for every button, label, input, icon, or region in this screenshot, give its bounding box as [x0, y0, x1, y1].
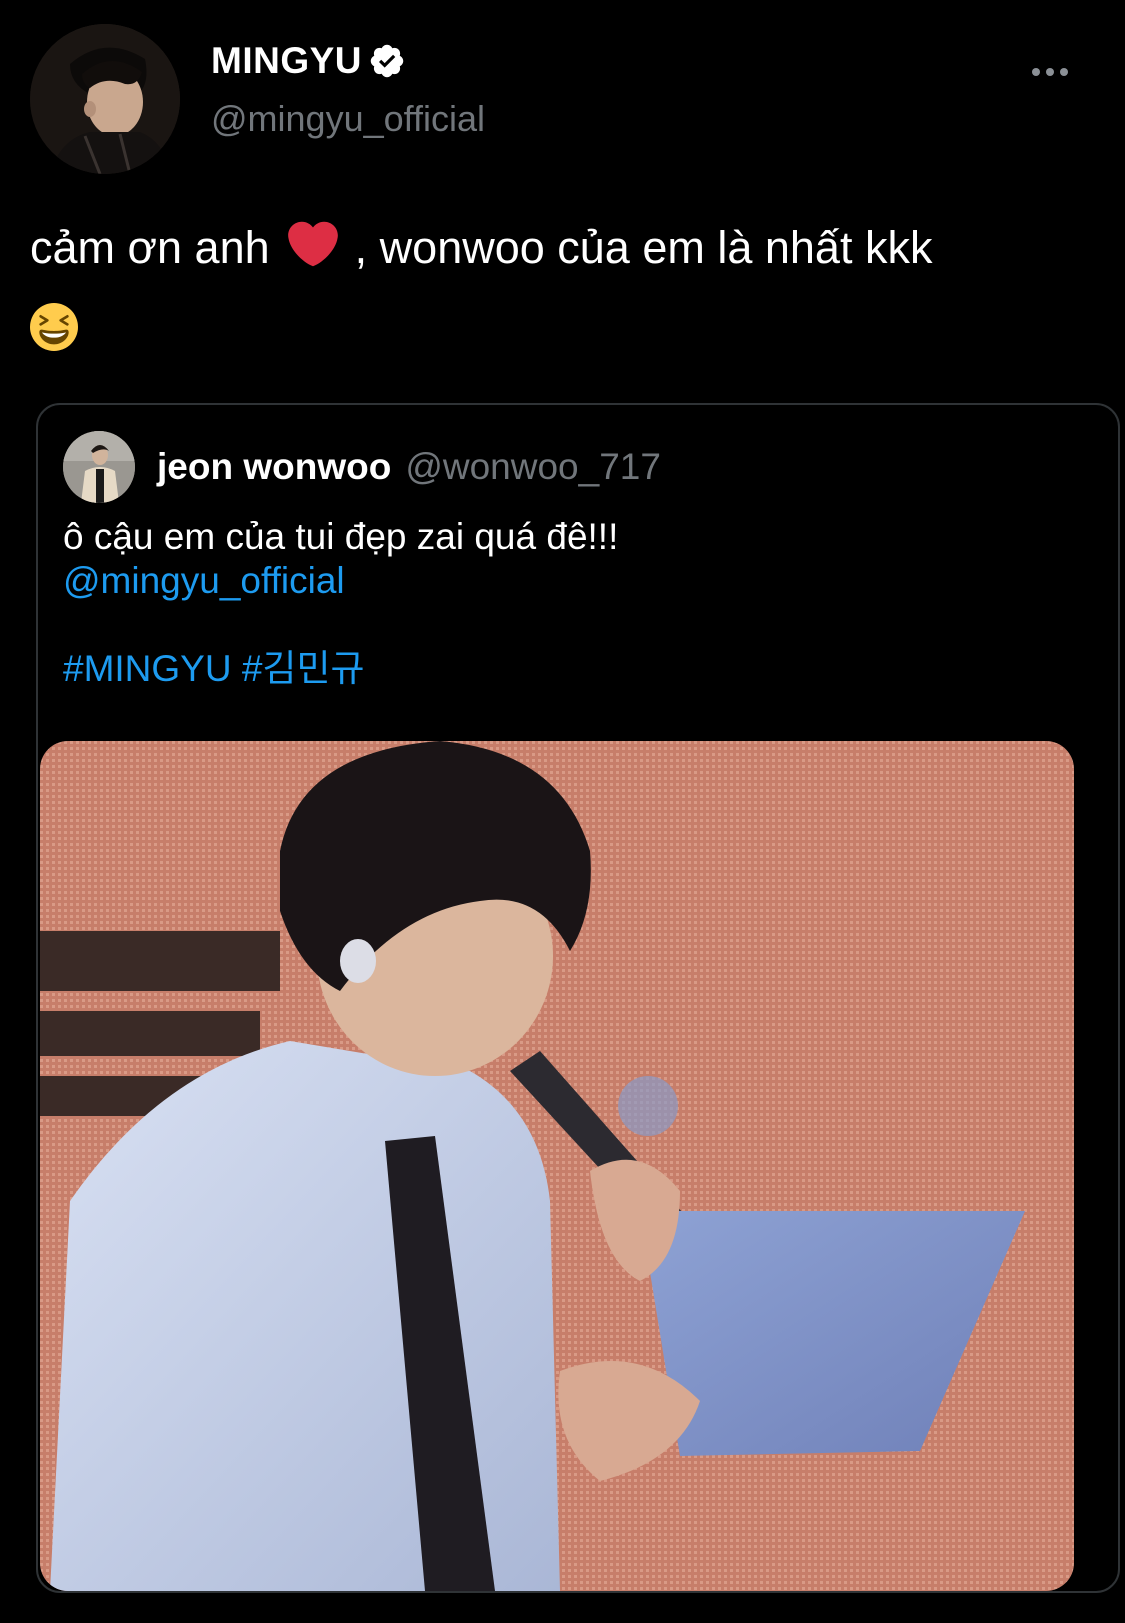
display-name-row: MINGYU: [211, 38, 485, 84]
hashtag-row: #MINGYU #김민규: [63, 647, 1083, 691]
grinning-squinting-face-icon: [30, 303, 78, 351]
author-handle[interactable]: @mingyu_official: [211, 98, 485, 140]
author-names: MINGYU @mingyu_official: [211, 38, 485, 140]
quoted-author-display-name[interactable]: jeon wonwoo: [157, 446, 391, 488]
quoted-tweet-text: ô cậu em của tui đẹp zai quá đê!!! @ming…: [63, 515, 1083, 691]
tweet-text: cảm ơn anh , wonwoo của em là nhất kkk: [30, 208, 1090, 368]
verified-badge-icon: [370, 44, 404, 78]
author-avatar[interactable]: [30, 24, 180, 174]
quoted-tweet-body: ô cậu em của tui đẹp zai quá đê!!!: [63, 516, 619, 557]
quoted-tweet[interactable]: jeon wonwoo @wonwoo_717 ô cậu em của tui…: [36, 403, 1120, 1593]
quoted-tweet-header: jeon wonwoo @wonwoo_717: [63, 431, 661, 503]
more-dot: [1032, 68, 1040, 76]
tweet-text-part2: , wonwoo của em là nhất kkk: [354, 222, 933, 273]
hashtag-link[interactable]: #김민규: [242, 648, 365, 689]
quoted-tweet-photo[interactable]: [40, 741, 1074, 1591]
quoted-author-avatar[interactable]: [63, 431, 135, 503]
tweet: MINGYU @mingyu_official cảm ơn anh , won…: [0, 0, 1125, 1623]
mention-link[interactable]: @mingyu_official: [63, 559, 1083, 603]
red-heart-icon: [288, 221, 338, 267]
photo-image: [40, 741, 1074, 1591]
tweet-text-part1: cảm ơn anh: [30, 222, 270, 273]
tweet-header: MINGYU @mingyu_official: [30, 24, 1095, 176]
author-display-name[interactable]: MINGYU: [211, 40, 362, 82]
hashtag-link[interactable]: #MINGYU: [63, 648, 232, 689]
more-horizontal-icon[interactable]: [1025, 52, 1075, 92]
more-dot: [1046, 68, 1054, 76]
quoted-author-handle[interactable]: @wonwoo_717: [405, 446, 661, 488]
more-dot: [1060, 68, 1068, 76]
